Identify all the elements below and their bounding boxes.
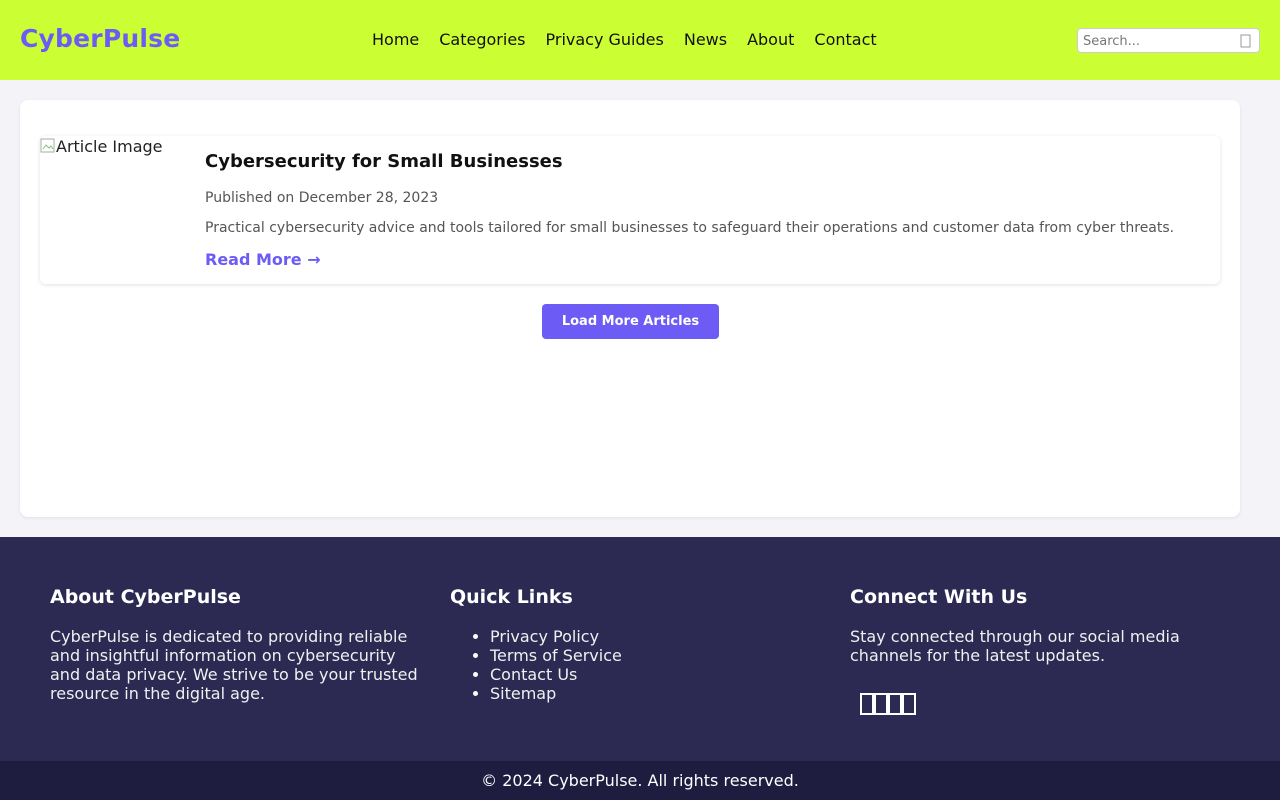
article-image-alt: Article Image — [56, 136, 163, 156]
sitemap-link[interactable]: Sitemap — [490, 684, 556, 703]
article-date: Published on December 28, 2023 — [205, 190, 439, 206]
footer-quick-links: Quick Links Privacy Policy Terms of Serv… — [450, 585, 822, 703]
linkedin-icon[interactable] — [888, 693, 902, 715]
privacy-policy-link[interactable]: Privacy Policy — [490, 627, 599, 646]
list-item: Sitemap — [490, 684, 822, 703]
footer-connect-heading: Connect With Us — [850, 586, 1028, 608]
nav-item-news[interactable]: News — [674, 30, 737, 50]
social-links — [860, 693, 1222, 715]
nav-item-home[interactable]: Home — [362, 30, 429, 50]
load-more-button[interactable]: Load More Articles — [542, 304, 719, 339]
list-item: Terms of Service — [490, 646, 822, 665]
footer-quick-links-heading: Quick Links — [450, 586, 573, 608]
main-content: Article Image Cybersecurity for Small Bu… — [20, 100, 1240, 517]
terms-of-service-link[interactable]: Terms of Service — [490, 646, 622, 665]
facebook-icon[interactable] — [860, 693, 874, 715]
twitter-icon[interactable] — [874, 693, 888, 715]
site-header: CyberPulse Home Categories Privacy Guide… — [0, 0, 1280, 80]
nav-item-privacy-guides[interactable]: Privacy Guides — [536, 30, 674, 50]
main-nav: Home Categories Privacy Guides News Abou… — [362, 30, 887, 50]
site-footer: About CyberPulse CyberPulse is dedicated… — [0, 537, 1280, 761]
footer-about-heading: About CyberPulse — [50, 586, 241, 608]
article-card: Article Image Cybersecurity for Small Bu… — [40, 136, 1220, 284]
quick-links-list: Privacy Policy Terms of Service Contact … — [450, 627, 822, 703]
instagram-icon[interactable] — [902, 693, 916, 715]
footer-about-text: CyberPulse is dedicated to providing rel… — [50, 627, 418, 703]
list-item: Privacy Policy — [490, 627, 822, 646]
list-item: Contact Us — [490, 665, 822, 684]
broken-image-icon — [40, 138, 56, 154]
nav-item-categories[interactable]: Categories — [429, 30, 535, 50]
site-logo[interactable]: CyberPulse — [20, 24, 180, 53]
copyright-bar: © 2024 CyberPulse. All rights reserved. — [0, 761, 1280, 800]
read-more-link[interactable]: Read More → — [205, 250, 321, 269]
search-icon[interactable] — [1239, 33, 1253, 49]
article-description: Practical cybersecurity advice and tools… — [205, 220, 1175, 236]
footer-connect: Connect With Us Stay connected through o… — [850, 585, 1222, 715]
search-box — [1077, 28, 1260, 53]
copyright-text: © 2024 CyberPulse. All rights reserved. — [481, 771, 799, 790]
nav-item-contact[interactable]: Contact — [804, 30, 886, 50]
search-input[interactable] — [1083, 32, 1228, 50]
footer-about: About CyberPulse CyberPulse is dedicated… — [50, 585, 422, 703]
footer-connect-text: Stay connected through our social media … — [850, 627, 1180, 665]
article-title[interactable]: Cybersecurity for Small Businesses — [205, 151, 563, 172]
nav-item-about[interactable]: About — [737, 30, 804, 50]
article-image: Article Image — [40, 136, 190, 156]
contact-us-link[interactable]: Contact Us — [490, 665, 577, 684]
